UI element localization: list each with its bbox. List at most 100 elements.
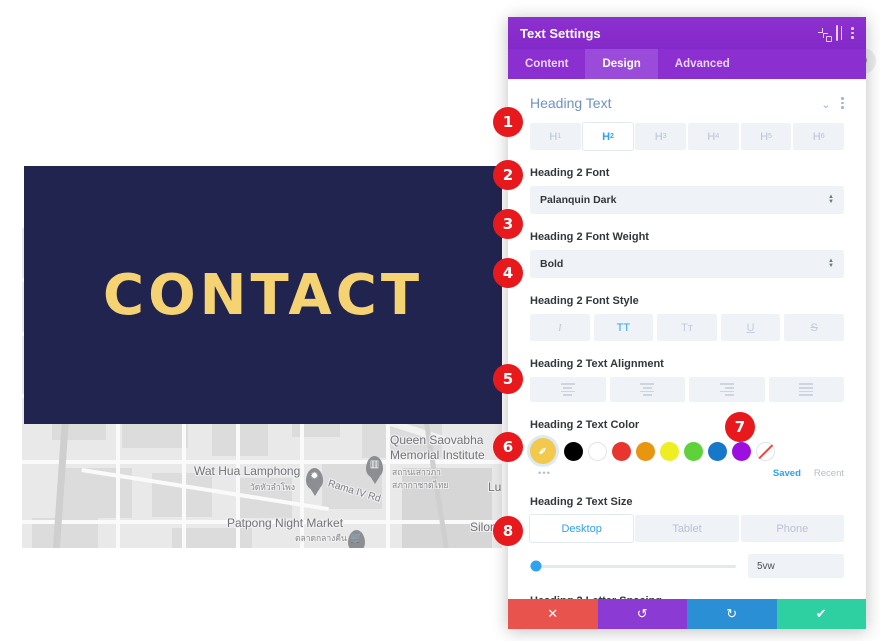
font-label: Heading 2 Font	[530, 167, 610, 179]
section-more-options-icon[interactable]	[841, 97, 844, 109]
panel-footer[interactable]: ✕ ↺ ↻ ✔	[508, 599, 866, 629]
saved-colors-tab[interactable]: Saved	[773, 468, 801, 479]
annotation-badge-4: 4	[493, 258, 523, 288]
map-pin-market[interactable]: 🛒	[348, 530, 365, 548]
color-meta-row: ••• Saved Recent	[530, 468, 844, 479]
font-weight-value: Bold	[540, 258, 564, 270]
text-settings-panel[interactable]: Text Settings Content Design Advanced He…	[508, 17, 866, 629]
device-tabs[interactable]: Desktop Tablet Phone	[530, 515, 844, 542]
heading-level-h1[interactable]: H1	[530, 123, 581, 150]
color-swatch-orange[interactable]	[636, 441, 655, 461]
annotation-badge-5: 5	[493, 364, 523, 394]
map-label: ตลาดกลางคืน	[295, 533, 347, 543]
panel-tabs[interactable]: Content Design Advanced	[508, 49, 866, 79]
device-tab-phone[interactable]: Phone	[740, 515, 844, 542]
color-swatch-row[interactable]: ✒	[530, 438, 844, 464]
select-arrows-icon: ▲ ▼	[828, 194, 834, 205]
font-style-uppercase-button[interactable]: TT	[593, 314, 654, 341]
annotation-badge-6: 6	[493, 432, 523, 462]
text-size-slider[interactable]	[530, 560, 736, 572]
color-swatch-red[interactable]	[612, 441, 631, 461]
map-label: วัดหัวลำโพง	[250, 482, 295, 492]
map-label: Lu	[488, 480, 502, 494]
redo-button[interactable]: ↻	[687, 599, 777, 629]
map-pin-temple[interactable]: ✹	[306, 468, 323, 490]
annotation-badge-8: 8	[493, 516, 523, 546]
contact-hero-module[interactable]: CONTACT	[24, 166, 502, 424]
map-pin-museum[interactable]: ▥	[366, 456, 383, 478]
more-options-icon[interactable]	[851, 27, 854, 39]
font-weight-select[interactable]: Bold ▲ ▼	[530, 250, 844, 278]
text-size-value[interactable]: 5vw	[748, 554, 844, 578]
map-label: สถานเสาวภา	[392, 467, 441, 477]
heading-level-h6[interactable]: H6	[793, 123, 845, 150]
map-label: สภากาชาดไทย	[392, 480, 449, 490]
tab-advanced[interactable]: Advanced	[658, 49, 747, 79]
color-swatch-none[interactable]	[756, 441, 775, 461]
color-swatch-purple[interactable]	[732, 441, 751, 461]
tab-content[interactable]: Content	[508, 49, 585, 79]
heading-level-h4[interactable]: H4	[688, 123, 739, 150]
font-style-capitalize-button[interactable]: Tт	[657, 314, 717, 341]
align-left-icon	[560, 383, 575, 396]
font-weight-label: Heading 2 Font Weight	[530, 231, 649, 243]
color-swatch-black[interactable]	[564, 441, 583, 461]
text-size-slider-row[interactable]: 5vw	[530, 554, 844, 578]
letter-spacing-label: Heading 2 Letter Spacing	[530, 595, 844, 599]
align-justify-button[interactable]	[768, 377, 844, 402]
chevron-up-icon[interactable]: ⌃	[821, 97, 830, 110]
heading-level-h3[interactable]: H3	[635, 123, 687, 150]
museum-icon: ▥	[369, 459, 380, 470]
font-select[interactable]: Palanquin Dark ▲ ▼	[530, 186, 844, 214]
color-swatch-blue[interactable]	[708, 441, 727, 461]
align-center-icon	[640, 383, 655, 396]
align-center-button[interactable]	[609, 377, 685, 402]
font-style-italic-button[interactable]: I	[530, 314, 590, 341]
undo-button[interactable]: ↺	[597, 599, 687, 629]
recent-colors-tab[interactable]: Recent	[814, 468, 844, 479]
text-alignment-label: Heading 2 Text Alignment	[530, 358, 664, 370]
text-alignment-group[interactable]	[530, 377, 844, 402]
map-label: Wat Hua Lamphong	[194, 464, 301, 478]
device-tab-desktop[interactable]: Desktop	[530, 515, 634, 542]
align-right-icon	[719, 383, 734, 396]
section-heading-text[interactable]: Heading Text ⌃	[530, 79, 844, 123]
color-swatch-white[interactable]	[588, 441, 607, 461]
text-size-slider-knob[interactable]	[530, 560, 542, 572]
map-label: Queen Saovabha	[390, 433, 484, 447]
font-style-group[interactable]: I TT Tт U S	[530, 314, 844, 341]
font-style-underline-button[interactable]: U	[720, 314, 781, 341]
align-justify-icon	[799, 383, 814, 396]
heading-level-h5[interactable]: H5	[740, 123, 792, 150]
heading-level-h2[interactable]: H2	[582, 123, 634, 150]
section-title: Heading Text	[530, 95, 612, 111]
eyedropper-icon: ✒	[534, 442, 552, 460]
panel-title: Text Settings	[520, 25, 601, 41]
annotation-badge-1: 1	[493, 107, 523, 137]
map-label: Memorial Institute	[390, 448, 485, 462]
text-size-label: Heading 2 Text Size	[530, 496, 633, 508]
cart-icon: 🛒	[350, 533, 363, 544]
cancel-button[interactable]: ✕	[508, 599, 598, 629]
heading-level-group[interactable]: H1 H2 H3 H4 H5 H6	[530, 123, 845, 150]
align-left-button[interactable]	[530, 377, 606, 402]
hero-heading: CONTACT	[102, 262, 424, 328]
more-colors-button[interactable]: •••	[530, 468, 773, 479]
select-arrows-icon: ▲ ▼	[828, 258, 834, 269]
split-layout-icon[interactable]	[836, 25, 839, 41]
color-swatch-yellow[interactable]	[660, 441, 679, 461]
align-right-button[interactable]	[689, 377, 765, 402]
map-label: Patpong Night Market	[227, 516, 344, 530]
font-style-strikethrough-button[interactable]: S	[784, 314, 844, 341]
panel-body: Heading Text ⌃ H1 H2 H3 H4 H5 H6 Heading…	[508, 79, 866, 599]
temple-icon: ✹	[310, 471, 319, 482]
font-style-label: Heading 2 Font Style	[530, 295, 639, 307]
text-color-label: Heading 2 Text Color	[530, 419, 640, 431]
panel-titlebar: Text Settings	[508, 17, 866, 49]
eyedropper-swatch[interactable]: ✒	[530, 438, 556, 464]
device-tab-tablet[interactable]: Tablet	[635, 515, 739, 542]
font-value: Palanquin Dark	[540, 194, 617, 206]
tab-design[interactable]: Design	[585, 49, 658, 79]
color-swatch-green[interactable]	[684, 441, 703, 461]
save-button[interactable]: ✔	[776, 599, 866, 629]
